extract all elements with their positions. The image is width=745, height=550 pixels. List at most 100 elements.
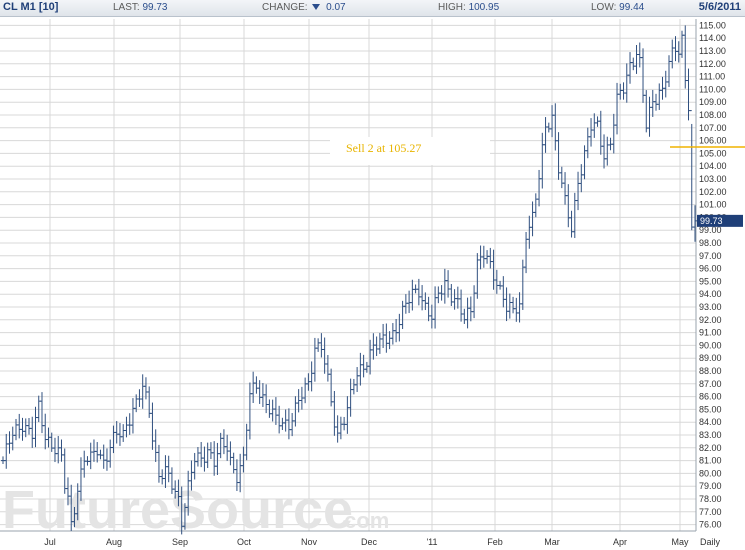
ohlc-bar	[325, 354, 330, 382]
ohlc-bar	[20, 417, 25, 441]
ohlc-bar	[36, 395, 41, 423]
ohlc-bar	[488, 247, 493, 269]
change-value: 0.07	[326, 2, 346, 13]
ohlc-bar	[410, 279, 415, 311]
ohlc-bar	[156, 444, 161, 483]
symbol-label: CL M1 [10]	[3, 1, 59, 13]
ohlc-bar	[644, 90, 649, 133]
ohlc-bar	[579, 164, 584, 193]
watermark-suffix: .com	[338, 508, 389, 533]
y-tick-label: 82.00	[699, 443, 722, 453]
ohlc-bar	[462, 308, 467, 324]
ohlc-bar	[504, 287, 509, 322]
y-tick-label: 77.00	[699, 507, 722, 517]
ohlc-bar	[33, 406, 38, 448]
y-tick-label: 76.00	[699, 520, 722, 530]
ohlc-bar	[228, 441, 233, 466]
ohlc-bar	[199, 441, 204, 468]
ohlc-bar	[212, 441, 217, 476]
ohlc-bar	[374, 336, 379, 357]
ohlc-bar	[137, 389, 142, 407]
ohlc-bar	[442, 268, 447, 304]
ohlc-bar	[377, 332, 382, 354]
ohlc-bar	[566, 184, 571, 228]
ohlc-bar	[143, 377, 148, 400]
ohlc-bar	[381, 323, 386, 348]
y-tick-label: 89.00	[699, 353, 722, 363]
y-tick-label: 81.00	[699, 456, 722, 466]
ohlc-bar	[611, 113, 616, 154]
ohlc-bar	[650, 89, 655, 117]
ohlc-bar	[553, 103, 558, 151]
ohlc-bar	[507, 293, 512, 319]
ohlc-bar	[10, 426, 15, 451]
ohlc-bar	[104, 448, 109, 471]
ohlc-bar	[647, 96, 652, 137]
x-tick-label: Jul	[44, 537, 56, 547]
ohlc-bar	[569, 210, 574, 238]
ohlc-bar	[390, 323, 395, 345]
y-tick-label: 83.00	[699, 430, 722, 440]
x-tick-label: Aug	[106, 537, 122, 547]
ohlc-bar	[387, 331, 392, 350]
y-tick-label: 84.00	[699, 417, 722, 427]
ohlc-bar	[56, 435, 61, 464]
ohlc-bar	[465, 297, 470, 329]
ohlc-bar	[254, 376, 259, 394]
ohlc-bar	[338, 416, 343, 440]
ohlc-bar	[208, 442, 213, 460]
ohlc-bar	[559, 166, 564, 189]
ohlc-bar	[537, 169, 542, 207]
ohlc-bar	[277, 405, 282, 434]
ohlc-bar	[124, 416, 129, 438]
ohlc-bar	[270, 399, 275, 422]
down-triangle-icon	[312, 4, 321, 11]
y-tick-label: 113.00	[699, 46, 726, 56]
ohlc-bar	[481, 245, 486, 268]
x-tick-label: Oct	[237, 537, 252, 547]
high-value: 100.95	[468, 2, 500, 13]
ohlc-bar	[598, 110, 603, 155]
x-tick-label: May	[671, 537, 689, 547]
last-price: LAST: 99.73	[113, 2, 168, 13]
low-label: LOW:	[591, 2, 617, 13]
ohlc-bar	[543, 117, 548, 153]
y-tick-label: 93.00	[699, 302, 722, 312]
ohlc-bar	[108, 439, 113, 468]
ohlc-bar	[130, 398, 135, 434]
watermark-text: FutureSource	[2, 480, 353, 540]
last-label: LAST:	[113, 2, 140, 13]
ohlc-bar	[667, 55, 672, 88]
low-value: 99.44	[619, 2, 645, 13]
ohlc-bar	[436, 286, 441, 304]
ohlc-bar	[309, 361, 314, 392]
x-tick-label: '11	[426, 537, 437, 547]
last-price-tag: 99.73	[697, 214, 743, 227]
ohlc-bar	[446, 270, 451, 298]
annotation-text: Sell 2 at 105.27	[346, 141, 421, 155]
x-tick-label: Sep	[172, 537, 188, 547]
ohlc-bar	[267, 399, 272, 418]
y-tick-label: 115.00	[699, 20, 726, 30]
ohlc-bar	[563, 172, 568, 205]
y-tick-label: 96.00	[699, 264, 722, 274]
ohlc-bar	[514, 297, 519, 322]
ohlc-bar	[91, 439, 96, 462]
ohlc-bar	[195, 447, 200, 467]
ohlc-bar	[530, 201, 535, 237]
y-tick-label: 103.00	[699, 174, 727, 184]
price-chart[interactable]: FutureSource .com 76.00 77.00 78.00 79.00 80…	[0, 16, 745, 550]
y-tick-label: 98.00	[699, 238, 722, 248]
ohlc-bar	[524, 232, 529, 274]
x-tick-label: Dec	[361, 537, 378, 547]
ohlc-bar	[218, 432, 223, 459]
ohlc-bar	[43, 413, 48, 450]
x-tick-label: Nov	[301, 537, 318, 547]
ohlc-bar	[121, 424, 126, 442]
ohlc-bar	[455, 286, 460, 309]
y-tick-label: 92.00	[699, 315, 722, 325]
ohlc-bar	[114, 421, 119, 444]
high-label: HIGH:	[438, 2, 466, 13]
last-price-tag-text: 99.73	[700, 216, 723, 226]
ohlc-bar	[634, 45, 639, 74]
